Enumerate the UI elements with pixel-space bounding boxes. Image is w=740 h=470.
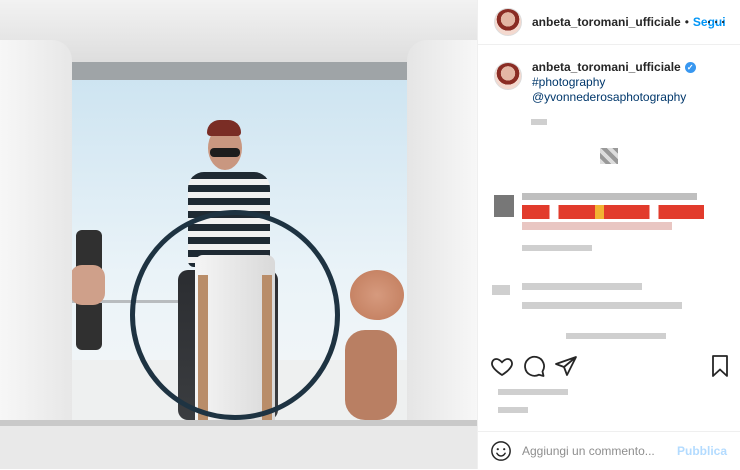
obscured-block bbox=[522, 245, 592, 251]
photo-sunglasses bbox=[210, 148, 240, 157]
post-actions bbox=[478, 350, 740, 382]
caption-username-wrap: anbeta_toromani_ufficiale ✓ bbox=[532, 60, 696, 75]
hashtag-link[interactable]: #photography bbox=[532, 75, 696, 90]
obscured-block bbox=[531, 119, 547, 125]
photo-person-headband bbox=[207, 120, 241, 136]
more-options-icon[interactable]: ··· bbox=[706, 11, 727, 32]
separator-dot: • bbox=[684, 15, 689, 29]
post-caption: anbeta_toromani_ufficiale ✓ #photography… bbox=[494, 60, 696, 105]
photo-arm-right bbox=[345, 330, 397, 420]
heart-icon[interactable] bbox=[490, 354, 514, 378]
obscured-block bbox=[600, 148, 618, 164]
obscured-block bbox=[522, 302, 682, 309]
obscured-block bbox=[522, 193, 697, 200]
avatar[interactable] bbox=[494, 8, 522, 36]
post-header: anbeta_toromani_ufficiale • Segui ··· bbox=[478, 0, 740, 45]
obscured-block bbox=[522, 222, 672, 230]
post-sidebar: anbeta_toromani_ufficiale • Segui ··· an… bbox=[477, 0, 740, 469]
photo-cabin-frame-left bbox=[0, 40, 72, 440]
post-photo[interactable] bbox=[0, 0, 477, 469]
photo-hand-left bbox=[70, 265, 105, 305]
comment-bar: Pubblica bbox=[478, 431, 740, 470]
publish-button[interactable]: Pubblica bbox=[677, 444, 727, 458]
photo-straw-hat bbox=[350, 270, 404, 320]
photo-cabin-frame-bottom bbox=[0, 420, 477, 469]
obscured-block bbox=[522, 283, 642, 290]
comment-input[interactable] bbox=[520, 443, 674, 459]
header-username[interactable]: anbeta_toromani_ufficiale bbox=[532, 15, 681, 29]
obscured-block bbox=[498, 389, 568, 395]
obscured-block bbox=[522, 205, 704, 219]
obscured-avatar bbox=[492, 285, 510, 295]
emoji-icon[interactable] bbox=[490, 440, 512, 462]
share-icon[interactable] bbox=[554, 354, 578, 378]
obscured-block bbox=[498, 407, 528, 413]
mention-link[interactable]: @yvonnederosaphotography bbox=[532, 90, 696, 105]
caption-text: anbeta_toromani_ufficiale ✓ #photography… bbox=[532, 60, 696, 105]
comment-icon[interactable] bbox=[522, 354, 546, 378]
instagram-post: anbeta_toromani_ufficiale • Segui ··· an… bbox=[0, 0, 740, 469]
obscured-avatar bbox=[494, 195, 514, 217]
avatar[interactable] bbox=[494, 62, 522, 90]
photo-cabin-frame-right bbox=[407, 40, 477, 440]
caption-username[interactable]: anbeta_toromani_ufficiale bbox=[532, 60, 681, 75]
photo-roof-frame bbox=[40, 62, 440, 80]
verified-badge-icon: ✓ bbox=[684, 62, 696, 73]
photo-steering-wheel bbox=[130, 210, 340, 420]
bookmark-icon[interactable] bbox=[708, 354, 732, 378]
obscured-block bbox=[566, 333, 666, 339]
